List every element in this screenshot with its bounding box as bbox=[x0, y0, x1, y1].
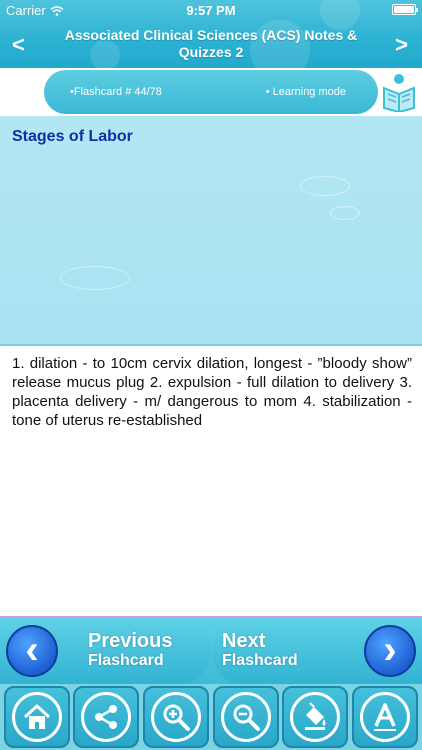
book-reader-icon[interactable] bbox=[380, 72, 418, 112]
share-icon bbox=[95, 705, 118, 729]
previous-flashcard-button[interactable]: ‹ Previous Flashcard bbox=[0, 618, 210, 684]
zoom-in-icon bbox=[163, 704, 191, 731]
question-panel: Stages of Labor bbox=[0, 116, 422, 344]
battery-icon bbox=[392, 4, 418, 15]
flashcard-nav-row: ‹ Previous Flashcard Next Flashcard › bbox=[0, 618, 422, 684]
color-button[interactable] bbox=[282, 686, 349, 748]
home-button[interactable] bbox=[3, 686, 70, 748]
flashcard-bar: •Flashcard # 44/78 • Learning mode bbox=[0, 68, 422, 116]
next-label: Next bbox=[222, 630, 266, 652]
home-icon bbox=[23, 704, 50, 729]
page-title: Associated Clinical Sciences (ACS) Notes… bbox=[64, 27, 358, 60]
previous-label: Previous bbox=[88, 630, 173, 652]
bottom-toolbar bbox=[0, 684, 422, 750]
answer-panel: 1. dilation - to 10cm cervix dilation, l… bbox=[0, 346, 422, 618]
font-icon bbox=[374, 703, 397, 731]
zoom-out-button[interactable] bbox=[212, 686, 279, 748]
learning-mode-label: • Learning mode bbox=[265, 86, 346, 98]
decor-ripple bbox=[60, 266, 130, 290]
question-title: Stages of Labor bbox=[12, 128, 133, 145]
status-bar: Carrier 9:57 PM bbox=[0, 0, 422, 20]
decor-ripple bbox=[300, 176, 350, 196]
header-next-arrow[interactable]: > bbox=[395, 32, 408, 58]
header-bar: Carrier 9:57 PM < Associated Clinical Sc… bbox=[0, 0, 422, 68]
chevron-left-icon: ‹ bbox=[6, 625, 58, 677]
share-button[interactable] bbox=[73, 686, 140, 748]
paint-bucket-icon bbox=[305, 702, 326, 730]
status-time: 9:57 PM bbox=[186, 3, 236, 18]
previous-sublabel: Flashcard bbox=[88, 652, 164, 669]
chevron-right-icon: › bbox=[364, 625, 416, 677]
next-sublabel: Flashcard bbox=[222, 652, 298, 669]
decor-ripple bbox=[330, 206, 360, 220]
header-prev-arrow[interactable]: < bbox=[12, 32, 25, 58]
next-flashcard-button[interactable]: Next Flashcard › bbox=[212, 618, 422, 684]
zoom-in-button[interactable] bbox=[143, 686, 210, 748]
zoom-out-icon bbox=[233, 704, 260, 731]
font-button[interactable] bbox=[352, 686, 419, 748]
answer-text: 1. dilation - to 10cm cervix dilation, l… bbox=[12, 355, 412, 429]
flashcard-info-pill: •Flashcard # 44/78 • Learning mode bbox=[44, 70, 378, 114]
flashcard-count: •Flashcard # 44/78 bbox=[70, 86, 162, 98]
